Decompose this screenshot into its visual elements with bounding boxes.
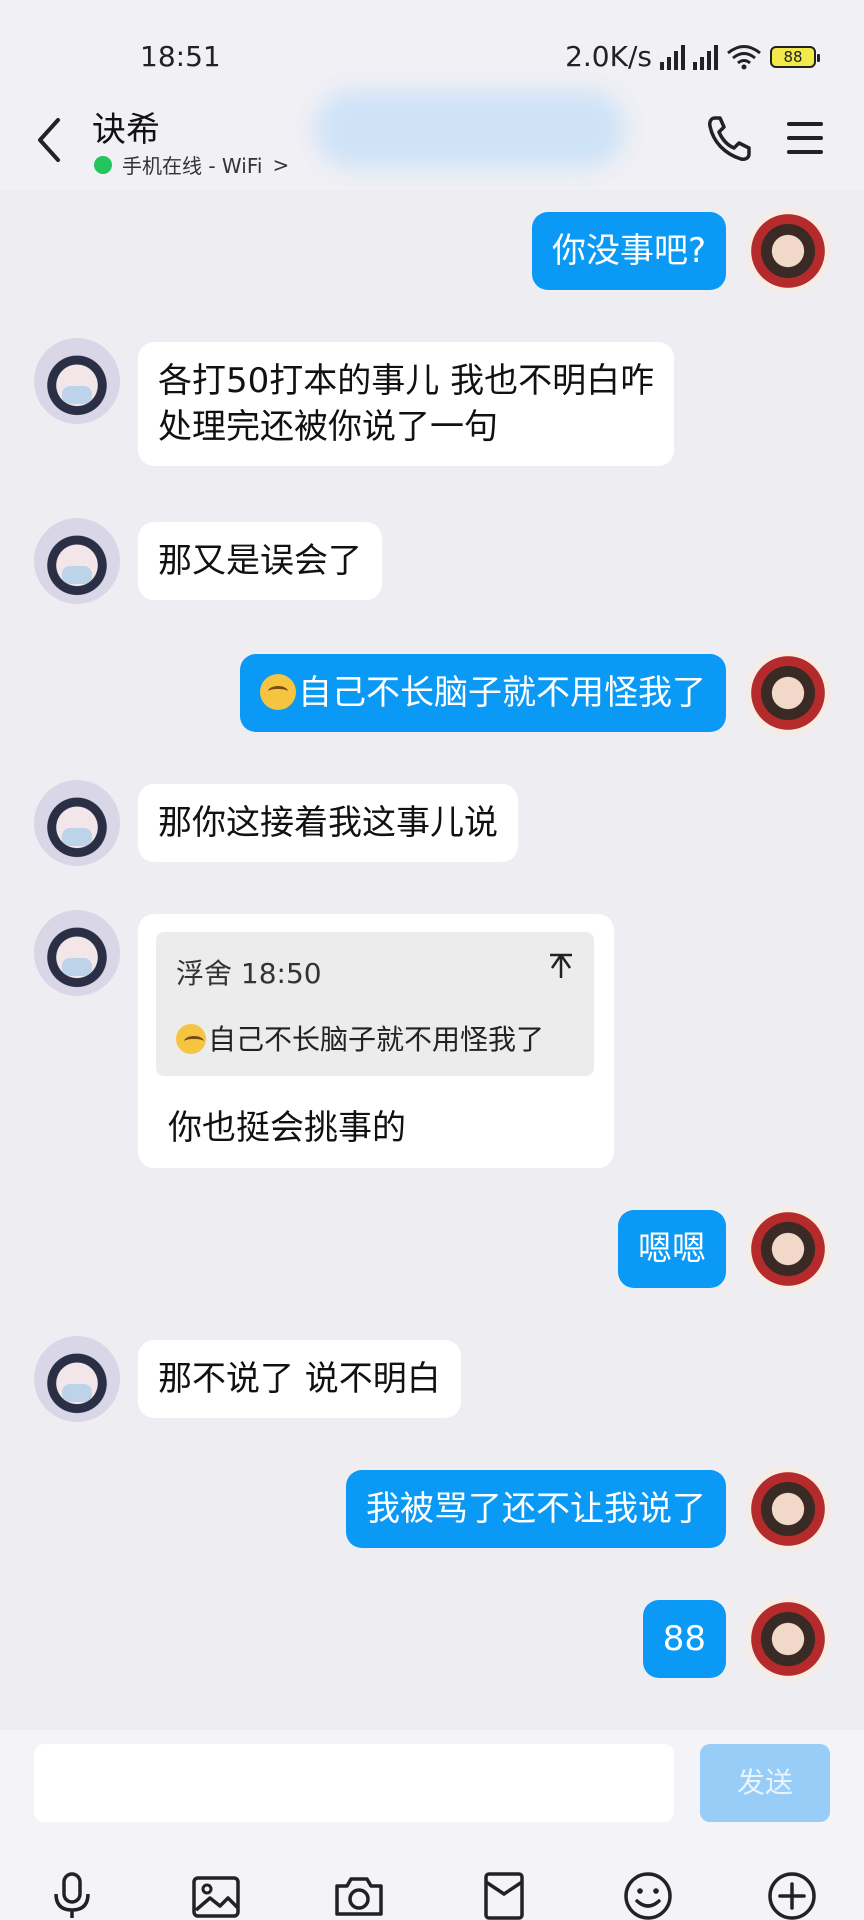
message-text: 那你这接着我这事儿说	[158, 803, 498, 843]
online-status[interactable]: 手机在线 - WiFi >	[94, 150, 289, 179]
message-bubble-incoming[interactable]: 各打50打本的事儿 我也不明白咋 处理完还被你说了一句	[138, 342, 675, 466]
red-packet-icon[interactable]	[478, 1870, 530, 1920]
message-text-line: 处理完还被你说了一句	[158, 407, 498, 447]
network-speed: 2.0K/s	[565, 40, 652, 73]
contact-avatar[interactable]	[34, 910, 120, 996]
wifi-icon	[727, 44, 761, 69]
battery-icon: 88	[770, 45, 820, 68]
send-button[interactable]: 发送	[700, 1744, 830, 1822]
message-bubble-incoming[interactable]: 那不说了 说不明白	[138, 1340, 461, 1418]
plus-icon[interactable]	[766, 1870, 818, 1920]
back-icon[interactable]	[30, 112, 70, 168]
message-bubble-outgoing[interactable]: 你没事吧?	[531, 212, 726, 290]
contact-avatar[interactable]	[34, 780, 120, 866]
quote-author-time: 浮舍 18:50	[176, 957, 322, 990]
chat-header: 诀希 手机在线 - WiFi >	[0, 90, 864, 190]
message-bubble-quote-reply[interactable]: 浮舍 18:50 自己不长脑子就不用怪我了 你也挺会挑事的	[138, 914, 614, 1168]
message-text: 你没事吧?	[551, 231, 706, 271]
contact-name[interactable]: 诀希	[92, 102, 160, 151]
message-bubble-outgoing[interactable]: 嗯嗯	[618, 1210, 726, 1288]
message-text: 我被骂了还不让我说了	[366, 1489, 706, 1529]
message-bubble-incoming[interactable]: 那你这接着我这事儿说	[138, 784, 518, 862]
status-indicators: 2.0K/s 88	[565, 40, 820, 73]
message-text: 你也挺会挑事的	[168, 1108, 406, 1148]
my-avatar[interactable]	[745, 1206, 831, 1292]
microphone-icon[interactable]	[46, 1870, 98, 1920]
message-list[interactable]: 你没事吧? 各打50打本的事儿 我也不明白咋 处理完还被你说了一句 那又是误会了…	[0, 190, 864, 1730]
chevron-right-icon: >	[272, 152, 290, 177]
quote-text: 自己不长脑子就不用怪我了	[176, 1018, 544, 1058]
message-text: 那又是误会了	[158, 541, 362, 581]
signal-icon	[660, 44, 685, 70]
contact-avatar[interactable]	[34, 1336, 120, 1422]
phone-icon[interactable]	[705, 112, 753, 164]
message-input[interactable]	[34, 1744, 674, 1822]
online-status-text: 手机在线 - WiFi	[122, 154, 263, 178]
emoji-icon[interactable]	[622, 1870, 674, 1920]
message-bubble-outgoing[interactable]: 88	[642, 1600, 726, 1678]
message-bubble-incoming[interactable]: 那又是误会了	[138, 522, 382, 600]
camera-icon[interactable]	[333, 1870, 385, 1920]
message-text: 88	[662, 1619, 706, 1659]
my-avatar[interactable]	[745, 650, 831, 736]
quoted-message[interactable]: 浮舍 18:50 自己不长脑子就不用怪我了	[156, 932, 594, 1076]
message-text: 嗯嗯	[638, 1229, 706, 1269]
signal-icon	[693, 44, 718, 70]
quote-text-content: 自己不长脑子就不用怪我了	[208, 1023, 545, 1056]
input-bar: 发送	[0, 1730, 864, 1920]
my-avatar[interactable]	[745, 1596, 831, 1682]
blurred-banner	[315, 90, 625, 168]
image-icon[interactable]	[190, 1870, 242, 1920]
contact-avatar[interactable]	[34, 338, 120, 424]
message-bubble-outgoing[interactable]: 我被骂了还不让我说了	[346, 1470, 726, 1548]
jump-to-original-icon[interactable]	[548, 952, 574, 980]
smile-emoji-icon	[260, 674, 296, 710]
contact-avatar[interactable]	[34, 518, 120, 604]
online-dot-icon	[94, 155, 112, 174]
status-time: 18:51	[140, 40, 221, 73]
my-avatar[interactable]	[745, 208, 831, 294]
message-bubble-outgoing[interactable]: 自己不长脑子就不用怪我了	[240, 654, 726, 732]
message-text: 那不说了 说不明白	[158, 1359, 441, 1399]
message-text-line: 各打50打本的事儿 我也不明白咋	[158, 361, 655, 401]
my-avatar[interactable]	[745, 1466, 831, 1552]
message-text: 自己不长脑子就不用怪我了	[298, 673, 706, 713]
smile-emoji-icon	[176, 1024, 206, 1054]
menu-icon[interactable]	[785, 118, 825, 158]
